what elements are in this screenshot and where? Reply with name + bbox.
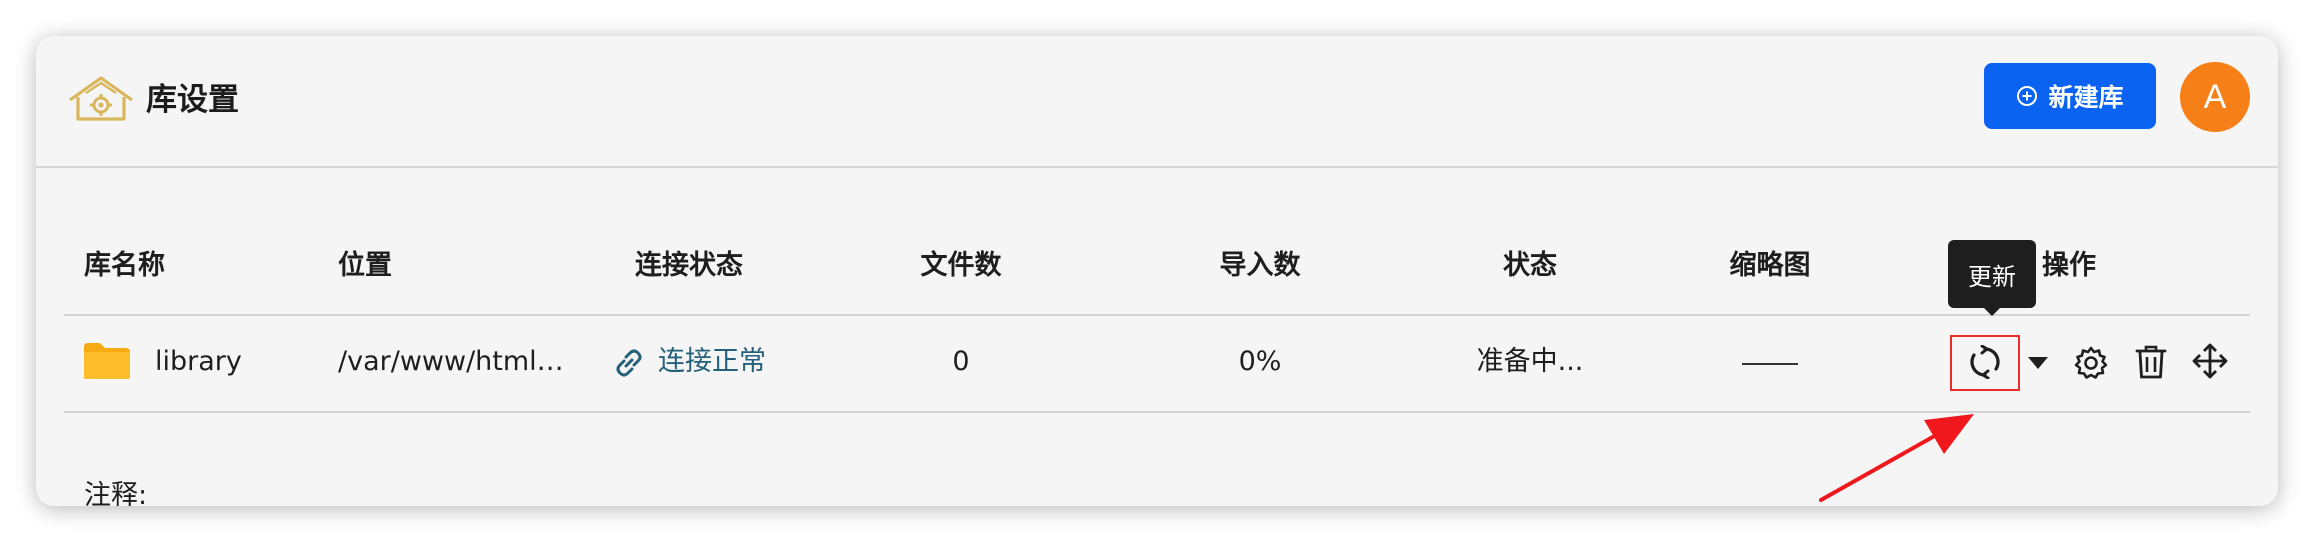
new-library-button[interactable]: 新建库	[1984, 63, 2156, 129]
connection-status: 连接正常	[658, 346, 766, 377]
import-progress: 0%	[1238, 346, 1282, 377]
move-arrows-icon[interactable]	[2192, 343, 2228, 379]
file-count: 0	[952, 346, 970, 377]
column-header-connection: 连接状态	[635, 250, 743, 281]
trash-icon[interactable]	[2134, 344, 2168, 380]
user-avatar[interactable]: A	[2180, 62, 2250, 132]
column-header-file-count: 文件数	[920, 250, 1002, 281]
refresh-tooltip: 更新	[1948, 240, 2036, 308]
library-name[interactable]: library	[155, 344, 242, 380]
notes-label: 注释:	[84, 480, 148, 506]
house-gear-icon	[69, 76, 133, 121]
gear-icon[interactable]	[2074, 346, 2108, 380]
caret-down-icon[interactable]	[2026, 354, 2050, 372]
annotation-arrow	[1819, 414, 1974, 502]
column-header-name: 库名称	[84, 250, 165, 281]
page-title: 库设置	[146, 82, 239, 118]
column-header-import-count: 导入数	[1219, 250, 1301, 281]
table-header-divider	[64, 314, 2250, 316]
link-icon	[616, 349, 642, 377]
column-header-location: 位置	[338, 250, 392, 281]
column-header-actions: 操作	[2042, 250, 2096, 281]
folder-icon	[84, 343, 130, 379]
library-settings-panel: 库设置 新建库 A 库名称 位置 连接状态 文件数 导入数 状态 缩略图 操作 …	[36, 36, 2278, 506]
refresh-icon[interactable]	[1968, 345, 2002, 379]
column-header-thumbnail: 缩略图	[1729, 250, 1811, 281]
plus-circle-icon	[2017, 86, 2038, 106]
page-header: 库设置 新建库 A	[36, 36, 2278, 168]
library-location: /var/www/html…	[338, 346, 564, 377]
tooltip-pointer	[1983, 307, 2001, 316]
column-header-status: 状态	[1503, 250, 1557, 281]
thumbnail-placeholder	[1742, 363, 1798, 365]
new-library-label: 新建库	[2048, 83, 2124, 112]
library-status: 准备中...	[1476, 346, 1584, 377]
